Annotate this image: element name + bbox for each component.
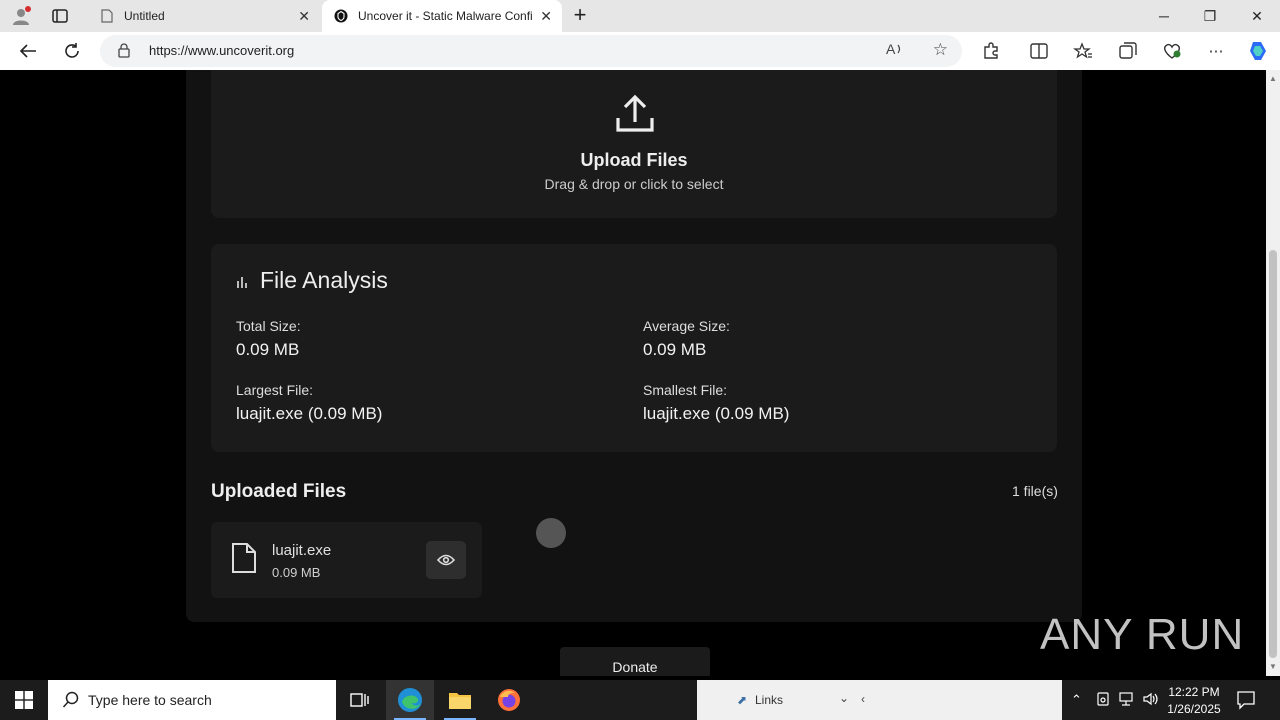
smallest-file-value: luajit.exe (0.09 MB): [643, 404, 790, 423]
collections-icon[interactable]: [1118, 41, 1138, 61]
tab-actions-icon[interactable]: [52, 9, 68, 23]
file-icon: [231, 542, 257, 579]
window-close-button[interactable]: ✕: [1234, 0, 1280, 32]
edge-taskbar-app[interactable]: [386, 680, 434, 720]
scroll-up-icon[interactable]: ▲: [1269, 74, 1277, 83]
largest-file-label: Largest File:: [236, 382, 314, 398]
close-tab-icon[interactable]: ✕: [540, 9, 552, 23]
browser-essentials-icon[interactable]: [1162, 41, 1182, 61]
bar-chart-icon: [235, 275, 249, 294]
more-menu-icon[interactable]: ⋯: [1206, 41, 1226, 61]
tab-untitled[interactable]: Untitled ✕: [88, 0, 320, 32]
browser-tab-bar: Untitled ✕ Uncover it - Static Malware C…: [0, 0, 1280, 32]
system-clock[interactable]: 12:22 PM 1/26/2025: [1160, 684, 1228, 718]
mouse-cursor-indicator: [536, 518, 566, 548]
file-count: 1 file(s): [1012, 483, 1058, 499]
view-file-button[interactable]: [426, 541, 466, 579]
profile-icon[interactable]: [10, 5, 32, 27]
new-tab-button[interactable]: +: [570, 4, 590, 28]
file-explorer-taskbar-app[interactable]: [436, 680, 484, 720]
url-text[interactable]: https://www.uncoverit.org: [149, 43, 294, 58]
background-explorer-window[interactable]: ⬈ Links ⌄ ‹: [697, 680, 1062, 720]
restore-button[interactable]: ❐: [1187, 0, 1233, 32]
favorites-icon[interactable]: [1073, 41, 1093, 61]
device-icon[interactable]: [1095, 691, 1111, 710]
total-size-value: 0.09 MB: [236, 340, 300, 359]
back-button[interactable]: [14, 38, 42, 64]
folder-icon: [449, 693, 471, 709]
windows-logo-icon: [15, 691, 33, 709]
start-button[interactable]: [0, 680, 48, 720]
site-favicon-icon: [334, 9, 348, 23]
show-hidden-icons-icon[interactable]: ⌃: [1071, 692, 1082, 708]
refresh-icon: [65, 43, 79, 58]
chevron-left-icon[interactable]: ‹: [861, 692, 865, 706]
firefox-icon: [498, 689, 520, 711]
eye-icon: [437, 554, 455, 566]
link-icon: ⬈: [737, 693, 748, 707]
clock-time: 12:22 PM: [1168, 685, 1220, 699]
search-icon: [62, 691, 80, 714]
analysis-title: File Analysis: [260, 267, 388, 293]
upload-subtitle: Drag & drop or click to select: [544, 176, 724, 192]
upload-dropzone[interactable]: Upload Files Drag & drop or click to sel…: [211, 70, 1057, 218]
svg-text:A: A: [886, 41, 896, 57]
upload-icon: [614, 92, 656, 139]
refresh-button[interactable]: [58, 38, 86, 64]
lock-icon[interactable]: [118, 43, 130, 63]
network-icon[interactable]: [1118, 691, 1136, 710]
links-label: Links: [755, 693, 784, 707]
split-screen-icon[interactable]: [1029, 41, 1049, 61]
edge-icon: [398, 688, 422, 712]
address-toolbar: https://www.uncoverit.org A ☆ ⋯: [0, 32, 1280, 70]
task-view-icon: [350, 693, 369, 707]
donate-button[interactable]: Donate: [560, 647, 710, 676]
tab-uncoverit[interactable]: Uncover it - Static Malware Confi ✕: [322, 0, 562, 32]
clock-date: 1/26/2025: [1167, 702, 1221, 716]
notification-icon[interactable]: [1236, 690, 1256, 715]
search-placeholder: Type here to search: [88, 692, 212, 708]
minimize-button[interactable]: ─: [1141, 0, 1187, 32]
total-size-label: Total Size:: [236, 318, 301, 334]
page-viewport: Upload Files Drag & drop or click to sel…: [4, 70, 1266, 676]
largest-file-value: luajit.exe (0.09 MB): [236, 404, 383, 423]
task-view-button[interactable]: [336, 680, 384, 720]
tab-title: Uncover it - Static Malware Confi: [358, 9, 533, 23]
tab-title: Untitled: [124, 9, 165, 23]
uploaded-files-title: Uploaded Files: [211, 481, 347, 502]
chevron-down-icon[interactable]: ⌄: [839, 691, 849, 705]
read-aloud-icon[interactable]: A: [886, 41, 904, 60]
taskbar-search-box[interactable]: Type here to search: [48, 680, 336, 720]
windows-taskbar: Type here to search ⬈ Links ⌄ ‹ ⌃ 12:22 …: [0, 680, 1280, 720]
file-analysis-panel: File Analysis Total Size: 0.09 MB Averag…: [211, 244, 1057, 452]
page-scrollbar[interactable]: ▲ ▼: [1266, 70, 1280, 676]
upload-title: Upload Files: [580, 150, 688, 170]
smallest-file-label: Smallest File:: [643, 382, 728, 398]
file-name: luajit.exe: [272, 542, 332, 559]
scrollbar-thumb[interactable]: [1269, 250, 1277, 658]
volume-icon[interactable]: [1142, 691, 1160, 710]
close-tab-icon[interactable]: ✕: [298, 9, 310, 23]
average-size-value: 0.09 MB: [643, 340, 707, 359]
arrow-left-icon: [19, 44, 36, 58]
address-bar[interactable]: https://www.uncoverit.org A ☆: [100, 35, 962, 67]
file-size: 0.09 MB: [272, 565, 321, 580]
file-card[interactable]: luajit.exe 0.09 MB: [211, 522, 482, 598]
page-icon: [100, 9, 114, 23]
firefox-taskbar-app[interactable]: [485, 680, 533, 720]
average-size-label: Average Size:: [643, 318, 730, 334]
copilot-icon[interactable]: [1246, 39, 1270, 63]
scroll-down-icon[interactable]: ▼: [1269, 662, 1277, 671]
favorite-star-icon[interactable]: ☆: [933, 40, 948, 60]
extensions-icon[interactable]: [981, 41, 1001, 61]
anyrun-watermark-logo: ANY RUN: [1040, 610, 1245, 659]
